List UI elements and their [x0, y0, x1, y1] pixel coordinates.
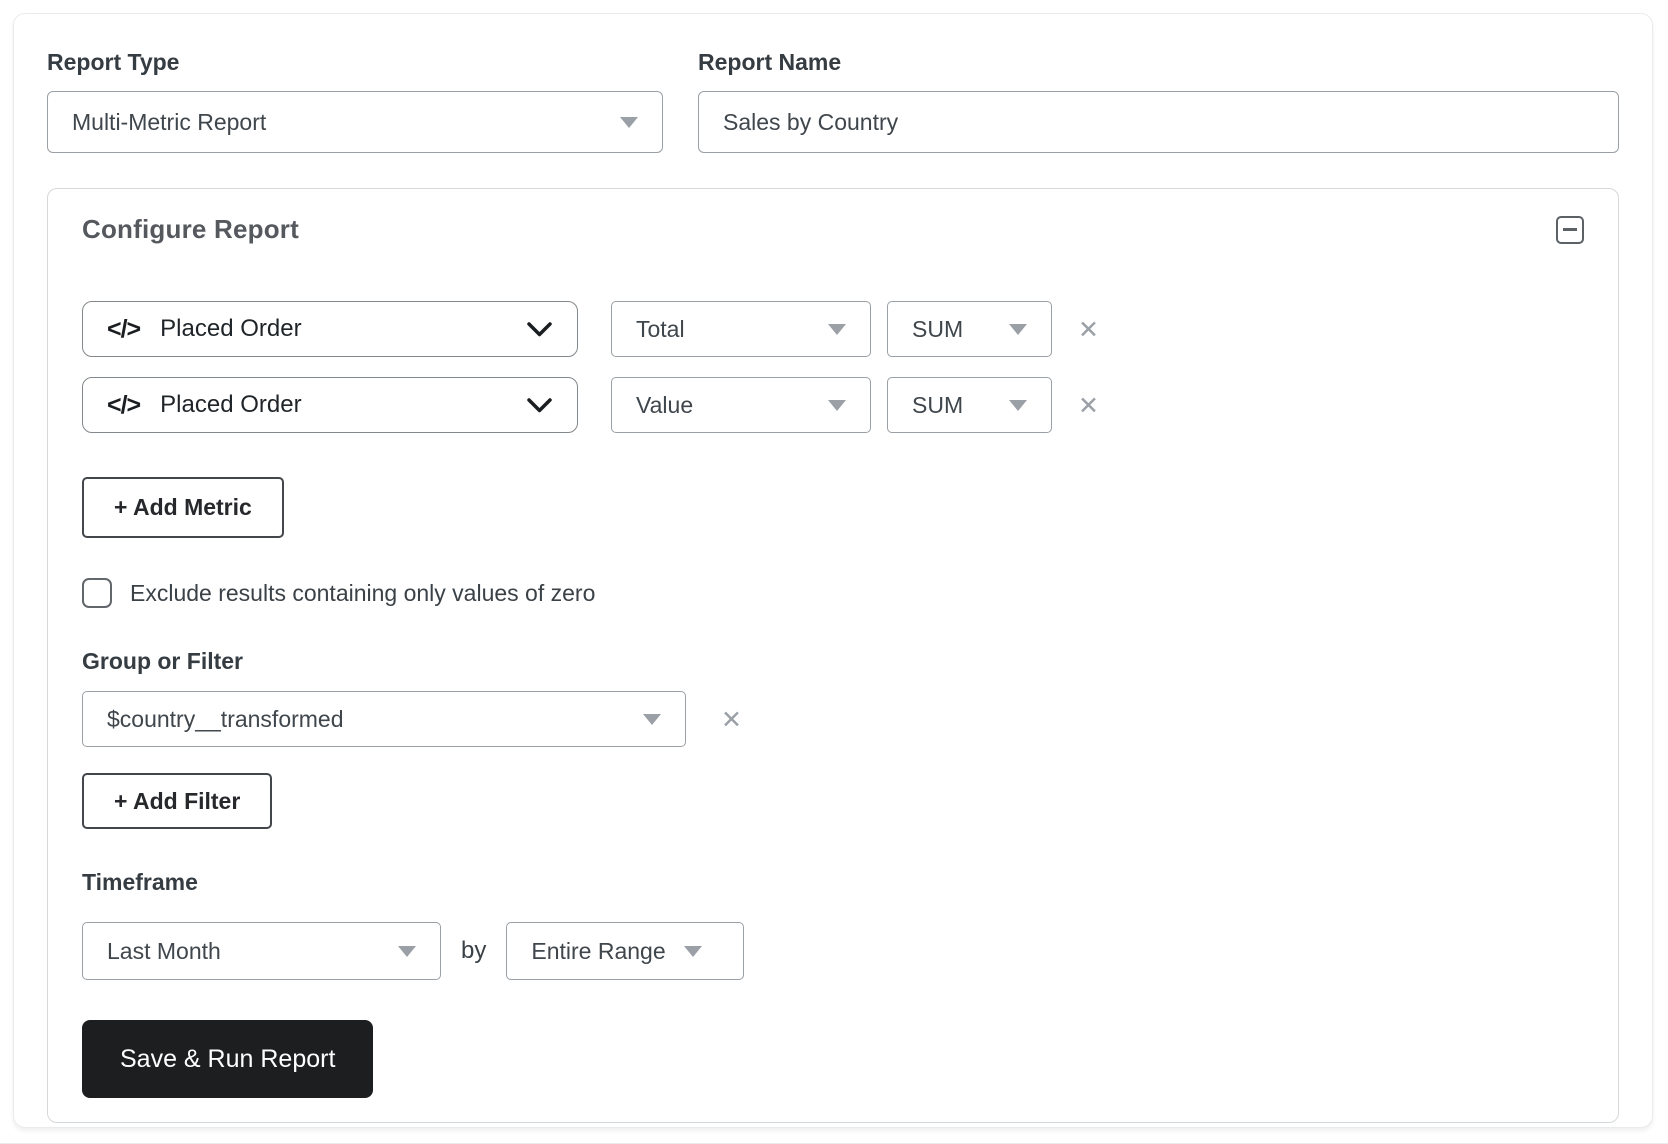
exclude-zero-label: Exclude results containing only values o…	[130, 580, 595, 607]
remove-group-filter-button[interactable]: ✕	[721, 707, 742, 732]
close-icon: ✕	[1078, 391, 1099, 420]
metric-value: Placed Order	[160, 391, 526, 419]
metric-row: </> Placed Order Value SUM ✕	[82, 377, 1584, 433]
caret-down-icon	[828, 400, 846, 411]
metric-value: Placed Order	[160, 315, 526, 343]
timeframe-range-select[interactable]: Last Month	[82, 922, 441, 980]
add-filter-button[interactable]: + Add Filter	[82, 773, 272, 829]
report-name-input[interactable]: Sales by Country	[698, 91, 1619, 153]
group-or-filter-label: Group or Filter	[82, 648, 1584, 675]
timeframe-granularity-value: Entire Range	[531, 938, 665, 965]
caret-down-icon	[643, 714, 661, 725]
chevron-down-icon	[526, 397, 553, 414]
report-name-group: Report Name Sales by Country	[698, 49, 1619, 153]
caret-down-icon	[1009, 400, 1027, 411]
add-metric-button[interactable]: + Add Metric	[82, 477, 284, 538]
caret-down-icon	[828, 324, 846, 335]
exclude-zero-row: Exclude results containing only values o…	[82, 578, 1584, 608]
metric-aggregation-select[interactable]: SUM	[887, 301, 1052, 357]
close-icon: ✕	[721, 705, 742, 734]
metric-select[interactable]: </> Placed Order	[82, 301, 578, 357]
remove-metric-button[interactable]: ✕	[1078, 393, 1099, 418]
report-builder-card: Report Type Multi-Metric Report Report N…	[13, 13, 1653, 1128]
timeframe-label: Timeframe	[82, 869, 1584, 896]
group-filter-value: $country__transformed	[107, 706, 344, 733]
collapse-panel-button[interactable]	[1556, 216, 1584, 244]
configure-report-panel: Configure Report </> Placed Order Total …	[47, 188, 1619, 1123]
timeframe-row: Last Month by Entire Range	[82, 922, 1584, 980]
code-icon: </>	[107, 315, 140, 344]
metric-aggregation-value: SUM	[912, 316, 963, 343]
save-run-report-button[interactable]: Save & Run Report	[82, 1020, 373, 1098]
metric-property-select[interactable]: Total	[611, 301, 871, 357]
close-icon: ✕	[1078, 315, 1099, 344]
group-filter-row: $country__transformed ✕	[82, 691, 1584, 747]
report-type-group: Report Type Multi-Metric Report	[47, 49, 663, 153]
configure-report-title: Configure Report	[82, 214, 299, 245]
report-type-label: Report Type	[47, 49, 663, 76]
exclude-zero-checkbox[interactable]	[82, 578, 112, 608]
metric-aggregation-value: SUM	[912, 392, 963, 419]
timeframe-granularity-select[interactable]: Entire Range	[506, 922, 744, 980]
report-meta-row: Report Type Multi-Metric Report Report N…	[47, 49, 1619, 153]
caret-down-icon	[684, 946, 702, 957]
metric-property-value: Value	[636, 392, 693, 419]
minus-square-icon	[1563, 228, 1577, 231]
metric-aggregation-select[interactable]: SUM	[887, 377, 1052, 433]
metric-select[interactable]: </> Placed Order	[82, 377, 578, 433]
report-type-value: Multi-Metric Report	[72, 109, 266, 136]
remove-metric-button[interactable]: ✕	[1078, 317, 1099, 342]
configure-report-header: Configure Report	[82, 214, 1584, 245]
group-filter-select[interactable]: $country__transformed	[82, 691, 686, 747]
timeframe-range-value: Last Month	[107, 938, 221, 965]
chevron-down-icon	[526, 321, 553, 338]
timeframe-by-label: by	[461, 937, 486, 965]
metric-property-value: Total	[636, 316, 685, 343]
caret-down-icon	[398, 946, 416, 957]
metric-property-select[interactable]: Value	[611, 377, 871, 433]
caret-down-icon	[1009, 324, 1027, 335]
caret-down-icon	[620, 117, 638, 128]
metric-row: </> Placed Order Total SUM ✕	[82, 301, 1584, 357]
code-icon: </>	[107, 391, 140, 420]
report-name-value: Sales by Country	[723, 109, 898, 136]
report-name-label: Report Name	[698, 49, 1619, 76]
report-type-select[interactable]: Multi-Metric Report	[47, 91, 663, 153]
